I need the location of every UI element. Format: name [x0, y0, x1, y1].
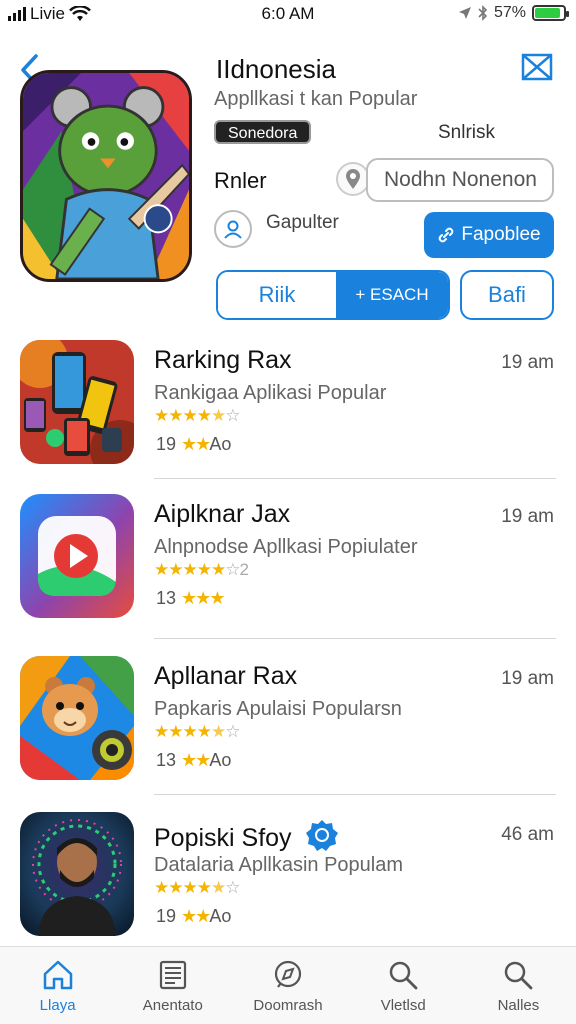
- meta-suffix: Ao: [209, 434, 232, 454]
- news-icon: [159, 960, 186, 990]
- tab-search[interactable]: Vletlsd: [346, 947, 461, 1024]
- tab-label: Llaya: [39, 997, 76, 1014]
- list-item-subtitle: Papkaris Apulaisi Popularsn: [154, 698, 402, 720]
- tab-search-2[interactable]: Nalles: [461, 947, 576, 1024]
- app-icon-video-play: [20, 494, 134, 618]
- divider: [154, 478, 556, 479]
- list-item[interactable]: Apllanar Rax Papkaris Apulaisi Popularsn…: [0, 656, 576, 806]
- battery-icon: [532, 5, 569, 21]
- search-icon: [505, 961, 533, 990]
- list-item-subtitle: Rankigaa Aplikasi Popular: [154, 382, 387, 404]
- home-icon: [43, 960, 72, 990]
- star-rating: ★★★★★☆: [154, 722, 240, 741]
- tab-label: Anentato: [142, 997, 203, 1014]
- compass-icon: [274, 960, 302, 988]
- status-bar: Livie 6:0 AM 57%: [0, 0, 576, 32]
- search-icon: [389, 961, 418, 990]
- list-item-meta: 19 ★★Ao: [156, 906, 232, 926]
- star-rating: ★★★★★☆: [154, 406, 240, 425]
- meta-suffix: Ao: [209, 750, 232, 770]
- app-icon: [20, 70, 192, 282]
- rating-count: 13: [156, 588, 177, 608]
- list-item[interactable]: Aiplknar Jax Alnpnodse Apllkasi Popiulat…: [0, 494, 576, 644]
- verified-badge-icon: [305, 820, 338, 851]
- battery-percent: 57%: [493, 4, 526, 21]
- divider: [154, 638, 556, 639]
- list-item-meta: 13 ★★Ao: [156, 750, 232, 770]
- app-icon-portrait: [20, 812, 134, 936]
- divider: [154, 794, 556, 795]
- list-item-time: 46 am: [501, 824, 554, 845]
- rank-label: Rnler: [214, 168, 267, 193]
- search-input[interactable]: [366, 158, 554, 202]
- profile-avatar[interactable]: [214, 210, 252, 248]
- star-rating: ★★★★★☆: [154, 878, 240, 897]
- list-item-title-text: Popiski Sfoy: [154, 824, 292, 852]
- list-item-subtitle: Datalaria Apllkasin Populam: [154, 854, 404, 876]
- segment-right[interactable]: + ESACH: [336, 272, 448, 318]
- tab-bar: Llaya Anentato Doomrash Vletlsd Nalles: [0, 946, 576, 1024]
- segmented-control: Riik + ESACH: [216, 270, 450, 320]
- location-pin-button[interactable]: [336, 162, 370, 196]
- list-item-time: 19 am: [501, 506, 554, 527]
- share-icon[interactable]: [520, 50, 554, 84]
- tab-label: Nalles: [497, 997, 540, 1014]
- rating-extra: 2: [239, 560, 249, 579]
- favorite-button-label: Fapoblee: [461, 224, 541, 245]
- profile-label: Gapulter: [266, 212, 339, 233]
- list-item-time: 19 am: [501, 352, 554, 373]
- meta-suffix: Ao: [209, 906, 232, 926]
- tab-news[interactable]: Anentato: [115, 947, 230, 1024]
- list-item-time: 19 am: [501, 668, 554, 689]
- list-item[interactable]: Popiski Sfoy Datalaria Apllkasin Populam…: [0, 812, 576, 962]
- location-pin-icon: [346, 169, 360, 189]
- favorite-button[interactable]: Fapoblee: [424, 212, 554, 258]
- page-subtitle: Appllkasi t kan Popular: [214, 88, 418, 110]
- app-icon-phones: [20, 340, 134, 464]
- app-icon-hamster: [20, 656, 134, 780]
- rating-count: 13: [156, 750, 177, 770]
- right-button[interactable]: Bafi: [460, 270, 554, 320]
- list-item-title: Aiplknar Jax: [154, 500, 291, 528]
- list-item-title: Apllanar Rax: [154, 662, 298, 690]
- page-title: IIdnonesia: [216, 54, 336, 84]
- segment-left[interactable]: Riik: [218, 272, 336, 318]
- side-label: Snlrisk: [438, 122, 496, 143]
- list-item-title: Rarking Rax: [154, 346, 292, 374]
- tab-label: Doomrash: [253, 997, 323, 1014]
- category-badge: Sonedora: [214, 120, 312, 144]
- list-item-meta: 19 ★★Ao: [156, 434, 232, 454]
- star-rating: ★★★★★☆2: [154, 560, 249, 579]
- bluetooth-icon: [478, 5, 488, 21]
- list-item-meta: 13 ★★★: [156, 588, 225, 608]
- list-item-subtitle: Alnpnodse Apllkasi Popiulater: [154, 536, 418, 558]
- rating-count: 19: [156, 906, 177, 926]
- list-item-title: Popiski Sfoy: [154, 818, 339, 853]
- tab-discover[interactable]: Doomrash: [230, 947, 345, 1024]
- rating-count: 19: [156, 434, 177, 454]
- user-icon: [224, 220, 242, 239]
- location-arrow-icon: [458, 7, 471, 19]
- list-item[interactable]: Rarking Rax Rankigaa Aplikasi Popular ★★…: [0, 340, 576, 490]
- tab-label: Vletlsd: [380, 997, 426, 1014]
- link-icon: [439, 227, 454, 243]
- tab-home[interactable]: Llaya: [0, 947, 115, 1024]
